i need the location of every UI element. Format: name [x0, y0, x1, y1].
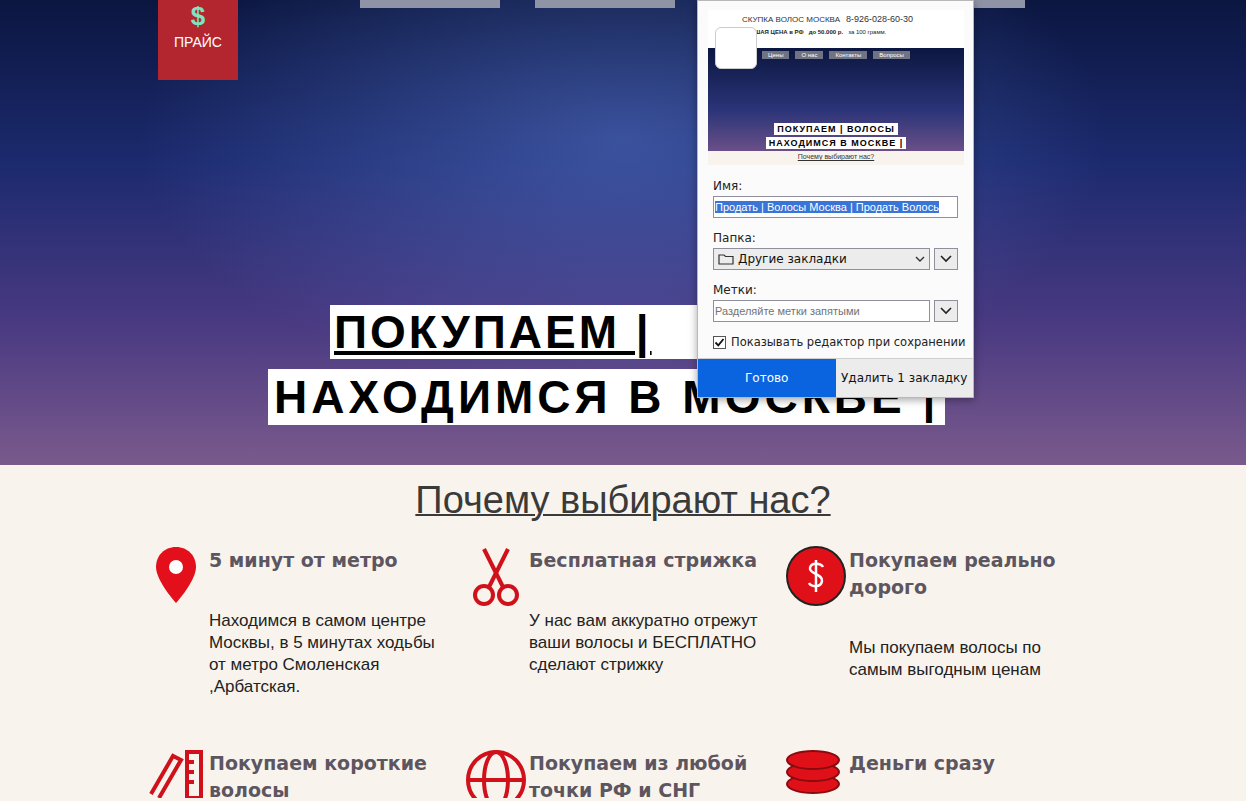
- preview-nav-item: Вопросы: [873, 51, 910, 59]
- show-editor-checkbox[interactable]: Показывать редактор при сохранении: [713, 335, 958, 349]
- preview-nav-item: Контакты: [829, 51, 867, 59]
- feature-title: Деньги сразу: [849, 750, 1087, 777]
- tags-label: Метки:: [713, 283, 958, 298]
- page: $ПРАЙСПОКУПАЕМ |НАХОДИМСЯ В МОСКВЕ |Поче…: [0, 0, 1246, 801]
- preview-nav-item: О нас: [795, 51, 823, 59]
- feature: Покупаем реально дорого Мы покупаем волос…: [783, 545, 1103, 698]
- map-pin-icon: [154, 545, 198, 605]
- dollar-icon: $: [191, 2, 205, 30]
- feature-text: Находимся в самом центре Москвы, в 5 мин…: [209, 610, 447, 698]
- dollar-coin-icon: [785, 545, 847, 607]
- pencil-ruler-icon: [143, 748, 209, 798]
- feature: Покупаем короткие волосы: [143, 748, 463, 801]
- feature-title: Покупаем короткие волосы: [209, 750, 447, 801]
- folder-select[interactable]: Другие закладки: [713, 248, 930, 270]
- feature-text: Мы покупаем волосы по самым выгодным цен…: [849, 637, 1087, 681]
- nav-tab[interactable]: [360, 0, 500, 8]
- nav-tab[interactable]: [535, 0, 675, 8]
- preview-site-name: СКУПКА ВОЛОС МОСКВА: [742, 15, 840, 24]
- tags-placeholder: Разделяйте метки запятыми: [715, 305, 860, 317]
- feature-title: 5 минут от метро: [209, 547, 447, 574]
- headline-line: ПОКУПАЕМ |: [330, 305, 738, 359]
- hero: $ПРАЙСПОКУПАЕМ |НАХОДИМСЯ В МОСКВЕ |: [0, 0, 1246, 465]
- chevron-down-icon: [940, 255, 952, 263]
- feature-title: Бесплатная стрижка: [529, 547, 767, 574]
- dropdown-arrow-icon: [915, 256, 925, 262]
- globe-icon: [463, 748, 529, 798]
- folder-value: Другие закладки: [738, 252, 911, 266]
- feature: 5 минут от метро Находимся в самом центре…: [143, 545, 463, 698]
- feature-title: Покупаем реально дорого: [849, 547, 1087, 601]
- preview-headline-line: ПОКУПАЕМ | ВОЛОСЫ: [774, 123, 897, 135]
- scissors-icon: [470, 545, 522, 607]
- coins-icon: [783, 748, 849, 798]
- tags-input[interactable]: Разделяйте метки запятыми: [713, 300, 930, 322]
- price-button[interactable]: $ ПРАЙС: [158, 0, 238, 80]
- dialog-button[interactable]: Удалить 1 закладку: [836, 359, 974, 397]
- preview-subheading: Почему выбирают нас?: [798, 151, 875, 165]
- page-preview: СКУПКА ВОЛОС МОСКВА8-926-028-60-30ЛУЧШАЯ…: [708, 10, 964, 165]
- preview-nav-item: Цены: [762, 51, 789, 59]
- chevron-down-icon: [940, 307, 952, 315]
- feature: Покупаем из любой точки РФ и СНГ: [463, 748, 783, 801]
- features: 5 минут от метро Находимся в самом центре…: [143, 545, 1103, 801]
- preview-phone: 8-926-028-60-30: [846, 14, 913, 24]
- name-input[interactable]: Продать | Волосы Москва | Продать Волось: [713, 196, 958, 218]
- feature: Бесплатная стрижка У нас вам аккуратно от…: [463, 545, 783, 698]
- folder-icon: [718, 253, 734, 265]
- feature-title: Покупаем из любой точки РФ и СНГ: [529, 750, 767, 801]
- section-title: Почему выбирают нас?: [0, 477, 1246, 523]
- check-icon: [714, 337, 725, 348]
- preview-footer: Почему выбирают нас?: [708, 151, 964, 165]
- dialog-button[interactable]: Готово: [698, 359, 836, 397]
- preview-headline-line: НАХОДИМСЯ В МОСКВЕ |: [766, 137, 907, 149]
- why-section: Почему выбирают нас? 5 минут от метро Нахо…: [0, 465, 1246, 801]
- show-editor-label: Показывать редактор при сохранении: [731, 335, 965, 349]
- feature-text: У нас вам аккуратно отрежут ваши волосы …: [529, 610, 767, 676]
- price-label: ПРАЙС: [174, 34, 222, 50]
- top-bar: $ ПРАЙС: [0, 0, 1246, 80]
- tags-expand-button[interactable]: [934, 300, 958, 322]
- checkbox[interactable]: [713, 336, 726, 349]
- preview-price-note: за 100 грамм.: [848, 29, 886, 35]
- name-label: Имя:: [713, 179, 958, 194]
- favicon-placeholder: [715, 27, 757, 69]
- name-value: Продать | Волосы Москва | Продать Волось: [715, 201, 939, 213]
- folder-label: Папка:: [713, 231, 958, 246]
- bookmark-dialog: СКУПКА ВОЛОС МОСКВА8-926-028-60-30ЛУЧШАЯ…: [697, 0, 974, 398]
- headline: ПОКУПАЕМ |НАХОДИМСЯ В МОСКВЕ |: [0, 305, 1246, 425]
- preview-price: до 50.000 р.: [809, 29, 844, 35]
- folder-expand-button[interactable]: [934, 248, 958, 270]
- feature: Деньги сразу: [783, 748, 1103, 801]
